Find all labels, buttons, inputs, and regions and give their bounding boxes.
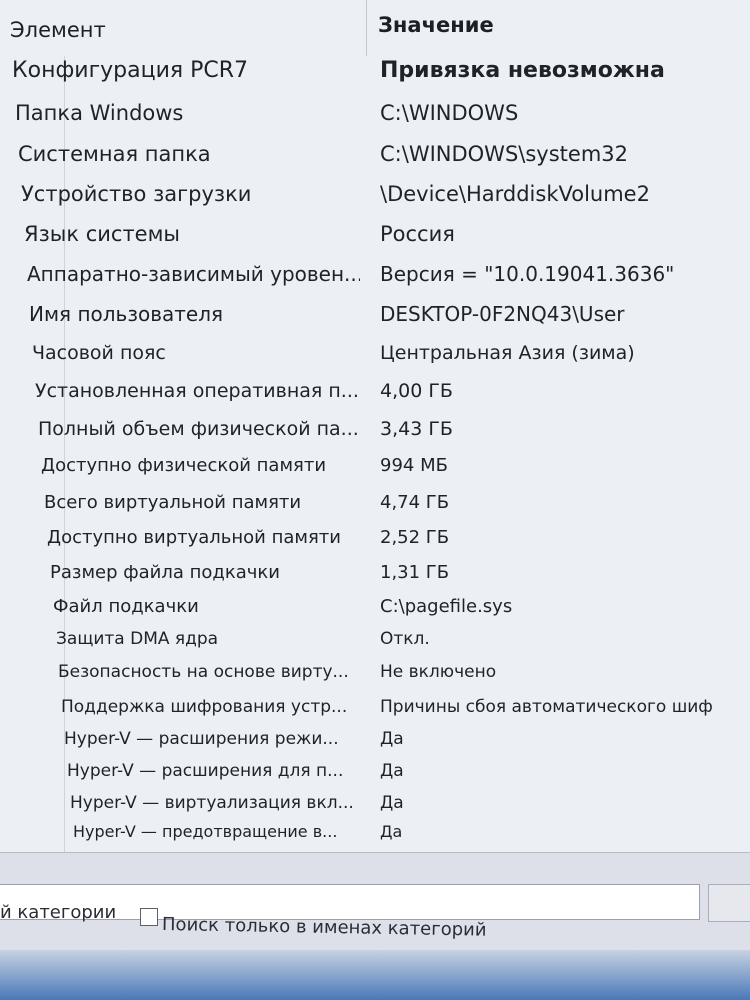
column-separator[interactable] xyxy=(366,0,367,56)
table-row[interactable]: Безопасность на основе вирту... Не включе… xyxy=(0,655,750,689)
row-element-name: Hyper-V — предотвращение в... xyxy=(73,822,338,841)
row-element-value: Причины сбоя автоматического шиф xyxy=(380,697,713,717)
table-row[interactable]: Доступно виртуальной памяти 2,52 ГБ xyxy=(0,521,750,555)
row-element-name: Устройство загрузки xyxy=(21,182,252,206)
table-row[interactable]: Установленная оперативная п... 4,00 ГБ xyxy=(0,374,750,408)
row-element-value: 1,31 ГБ xyxy=(380,562,450,583)
row-element-value: Россия xyxy=(380,222,455,246)
row-element-name: Конфигурация PCR7 xyxy=(12,58,249,83)
row-element-value: 3,43 ГБ xyxy=(380,418,453,440)
table-row[interactable]: Имя пользователя DESKTOP-0F2NQ43\User xyxy=(0,297,750,331)
table-row[interactable]: Язык системы Россия xyxy=(0,217,750,251)
search-names-only-checkbox[interactable] xyxy=(140,908,158,926)
row-element-name: Hyper-V — расширения режи... xyxy=(64,729,339,749)
row-element-name: Полный объем физической па... xyxy=(38,418,359,440)
row-element-value: Не включено xyxy=(380,662,497,682)
row-element-value: C:\WINDOWS\system32 xyxy=(380,142,628,166)
row-element-name: Поддержка шифрования устр... xyxy=(61,697,348,717)
table-row[interactable]: Полный объем физической па... 3,43 ГБ xyxy=(0,412,750,446)
row-element-name: Защита DMA ядра xyxy=(56,629,219,649)
row-element-value: 994 МБ xyxy=(380,455,448,476)
row-element-value: Версия = "10.0.19041.3636" xyxy=(380,262,675,286)
row-element-name: Размер файла подкачки xyxy=(50,562,280,583)
row-element-name: Доступно виртуальной памяти xyxy=(47,527,341,548)
table-row[interactable]: Hyper-V — предотвращение в... Да xyxy=(0,815,750,849)
table-row[interactable]: Папка Windows C:\WINDOWS xyxy=(0,96,750,130)
row-element-name: Папка Windows xyxy=(15,101,184,125)
row-element-value: C:\WINDOWS xyxy=(380,101,519,125)
row-element-name: Всего виртуальной памяти xyxy=(44,492,302,513)
table-row[interactable]: Hyper-V — расширения режи... Да xyxy=(0,722,750,756)
row-element-value: 2,52 ГБ xyxy=(380,527,450,548)
row-element-value: C:\pagefile.sys xyxy=(380,596,513,617)
row-element-name: Аппаратно-зависимый уровен... xyxy=(27,262,360,286)
row-element-name: Установленная оперативная п... xyxy=(35,380,359,402)
row-element-value: Да xyxy=(380,761,404,781)
row-element-value: Привязка невозможна xyxy=(380,58,665,83)
column-header-value[interactable]: Значение xyxy=(378,0,494,52)
row-element-name: Имя пользователя xyxy=(29,302,224,326)
find-button[interactable] xyxy=(708,884,750,922)
row-element-name: Язык системы xyxy=(24,222,181,246)
table-row[interactable]: Аппаратно-зависимый уровен... Версия = "1… xyxy=(0,257,750,291)
row-element-name: Безопасность на основе вирту... xyxy=(58,662,349,682)
row-element-value: DESKTOP-0F2NQ43\User xyxy=(380,302,625,326)
table-row[interactable]: Поддержка шифрования устр... Причины сбоя… xyxy=(0,690,750,724)
table-row[interactable]: Часовой пояс Центральная Азия (зима) xyxy=(0,336,750,370)
row-element-value: \Device\HarddiskVolume2 xyxy=(380,182,650,206)
row-element-name: Системная папка xyxy=(18,142,211,166)
row-element-name: Доступно физической памяти xyxy=(41,455,327,476)
table-row[interactable]: Защита DMA ядра Откл. xyxy=(0,622,750,656)
row-element-value: Центральная Азия (зима) xyxy=(380,342,635,364)
table-row[interactable]: Устройство загрузки \Device\HarddiskVolum… xyxy=(0,177,750,211)
row-element-value: Откл. xyxy=(380,629,430,649)
row-element-name: Hyper-V — расширения для п... xyxy=(67,761,344,781)
row-element-value: 4,74 ГБ xyxy=(380,492,450,513)
system-info-table: Элемент Значение Конфигурация PCR7 Привяз… xyxy=(0,0,750,853)
row-element-name: Часовой пояс xyxy=(32,342,166,364)
search-option-label: й категории xyxy=(0,902,117,923)
table-row[interactable]: Доступно физической памяти 994 МБ xyxy=(0,449,750,483)
table-row[interactable]: Размер файла подкачки 1,31 ГБ xyxy=(0,556,750,590)
row-element-value: 4,00 ГБ xyxy=(380,380,453,402)
taskbar-edge xyxy=(0,950,750,1000)
table-row[interactable]: Всего виртуальной памяти 4,74 ГБ xyxy=(0,486,750,520)
table-row[interactable]: Hyper-V — расширения для п... Да xyxy=(0,754,750,788)
row-element-name: Файл подкачки xyxy=(53,596,199,617)
row-element-value: Да xyxy=(380,729,404,749)
column-header-element[interactable]: Элемент xyxy=(10,0,365,52)
table-row[interactable]: Системная папка C:\WINDOWS\system32 xyxy=(0,137,750,171)
row-element-value: Да xyxy=(380,822,403,841)
table-row[interactable]: Файл подкачки C:\pagefile.sys xyxy=(0,590,750,624)
table-row[interactable]: Конфигурация PCR7 Привязка невозможна xyxy=(0,54,750,88)
